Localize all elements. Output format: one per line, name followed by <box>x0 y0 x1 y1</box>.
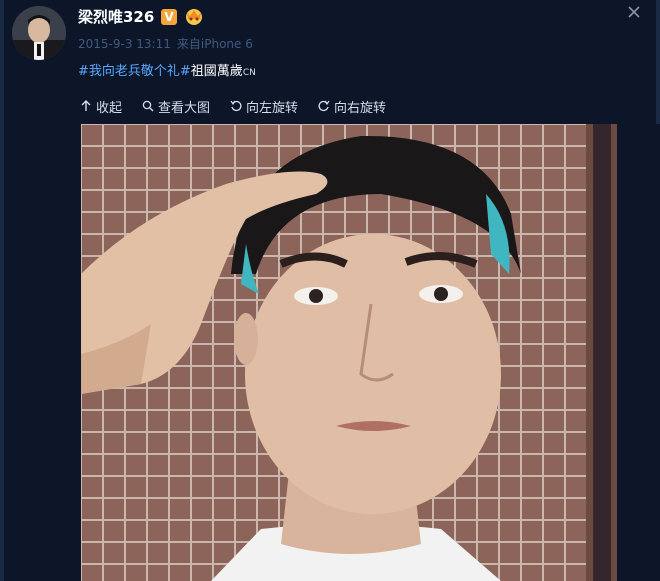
rotate-right-icon <box>318 100 330 112</box>
post-body-text: 祖國萬歲 <box>190 64 243 79</box>
photo-image <box>81 124 617 581</box>
rotate-left-button[interactable]: 向左旋转 <box>230 97 298 116</box>
post-suffix: CN <box>242 68 256 78</box>
verified-badge: V <box>161 9 177 25</box>
post-source-prefix: 来自 <box>176 37 201 51</box>
weibo-post-viewer: 梁烈唯326 V 2015-9-3 13:11 来自iPhone 6 #我向老兵敬… <box>0 0 660 581</box>
username[interactable]: 梁烈唯326 <box>78 6 154 27</box>
post-photo[interactable] <box>81 124 617 581</box>
arrow-up-icon <box>81 100 91 111</box>
rotate-left-label: 向左旋转 <box>246 100 299 116</box>
post-source[interactable]: iPhone 6 <box>201 37 253 51</box>
rotate-right-button[interactable]: 向右旋转 <box>318 97 386 116</box>
avatar[interactable] <box>12 6 66 60</box>
crown-badge-icon <box>183 6 205 26</box>
collapse-button[interactable]: 收起 <box>80 97 122 116</box>
collapse-label: 收起 <box>96 100 123 116</box>
post-date: 2015-9-3 13:11 <box>78 37 171 51</box>
rotate-left-icon <box>230 100 242 112</box>
photo-right-margin <box>617 124 660 581</box>
view-large-button[interactable]: 查看大图 <box>142 97 210 116</box>
hashtag-link[interactable]: #我向老兵敬个礼# <box>78 64 191 79</box>
magnify-icon <box>142 100 154 112</box>
post-text: #我向老兵敬个礼#祖國萬歲CN <box>78 60 256 79</box>
close-icon[interactable] <box>624 2 644 22</box>
view-large-label: 查看大图 <box>158 100 211 116</box>
post-meta: 2015-9-3 13:11 来自iPhone 6 <box>78 35 259 52</box>
image-toolbar: 收起 查看大图 向左旋转 向右旋转 <box>80 97 386 116</box>
frame-edge-left <box>0 0 4 581</box>
avatar-image <box>12 6 66 60</box>
rotate-right-label: 向右旋转 <box>334 100 387 116</box>
